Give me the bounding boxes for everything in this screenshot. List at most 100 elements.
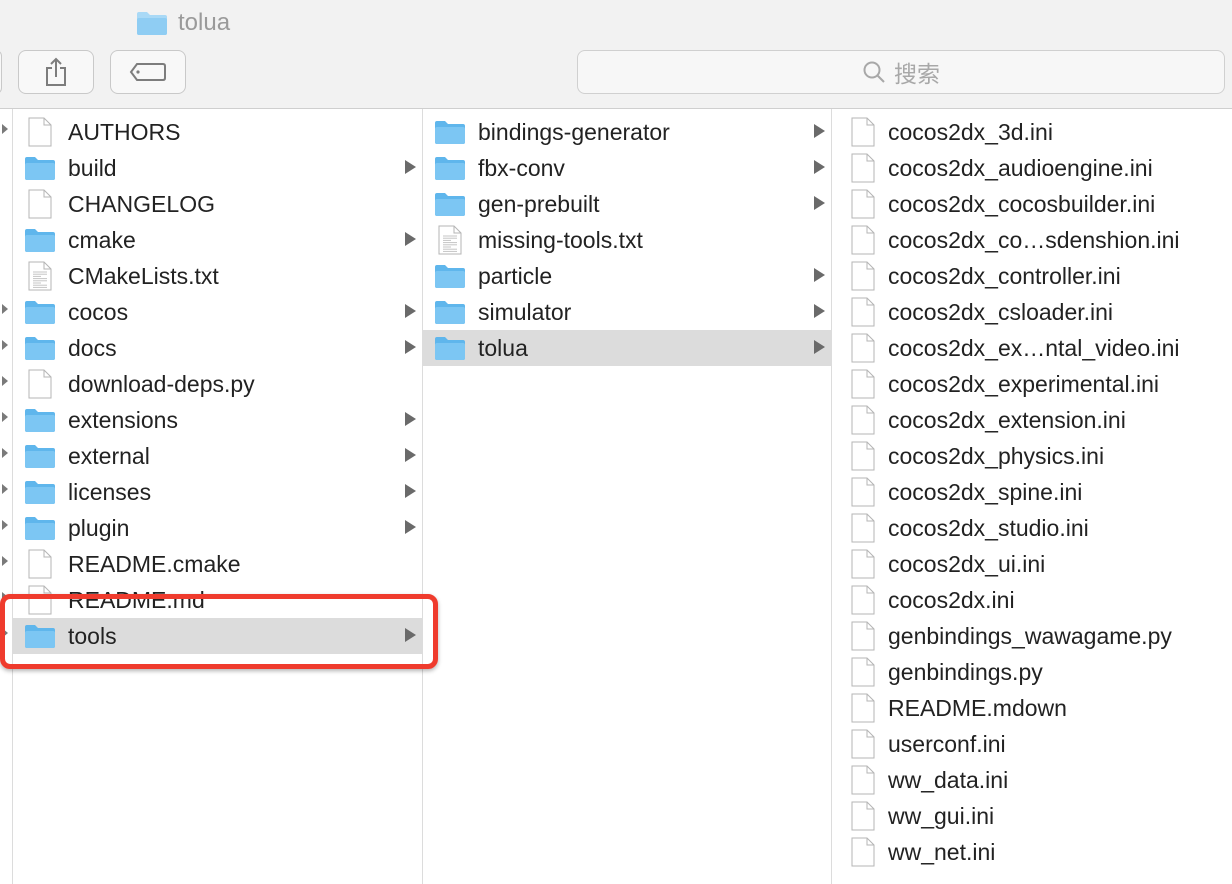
partial-toolbar-button[interactable] [0, 50, 2, 94]
item-label: tolua [478, 334, 528, 361]
list-item[interactable]: plugin [13, 510, 422, 546]
share-icon [46, 57, 66, 86]
item-label: fbx-conv [478, 154, 565, 181]
file-icon [846, 657, 880, 687]
item-label: userconf.ini [888, 730, 1006, 757]
list-item[interactable]: gen-prebuilt [423, 186, 831, 222]
list-item[interactable]: cocos2dx_controller.ini [832, 258, 1232, 294]
item-label: genbindings.py [888, 658, 1043, 685]
list-item[interactable]: CHANGELOG [13, 186, 422, 222]
folder-icon [23, 405, 57, 435]
list-item[interactable]: build [13, 150, 422, 186]
item-label: particle [478, 262, 553, 289]
item-label: cocos2dx_ex…ntal_video.ini [888, 334, 1180, 361]
chevron-right-icon [405, 412, 416, 426]
file-icon [846, 117, 880, 147]
list-item[interactable]: cocos2dx.ini [832, 582, 1232, 618]
list-item[interactable]: bindings-generator [423, 114, 831, 150]
list-item[interactable]: licenses [13, 474, 422, 510]
chevron-right-icon [405, 448, 416, 462]
list-item[interactable]: external [13, 438, 422, 474]
chevron-right-icon [405, 520, 416, 534]
list-item[interactable]: cocos2dx_co…sdenshion.ini [832, 222, 1232, 258]
item-label: CMakeLists.txt [68, 262, 219, 289]
list-item[interactable]: cmake [13, 222, 422, 258]
list-item[interactable]: cocos2dx_experimental.ini [832, 366, 1232, 402]
list-item[interactable]: docs [13, 330, 422, 366]
list-item[interactable]: simulator [423, 294, 831, 330]
list-item[interactable]: userconf.ini [832, 726, 1232, 762]
list-item[interactable]: cocos2dx_3d.ini [832, 114, 1232, 150]
folder-icon [433, 153, 467, 183]
list-item[interactable]: particle [423, 258, 831, 294]
list-item[interactable]: missing-tools.txt [423, 222, 831, 258]
item-label: tools [68, 622, 117, 649]
list-item[interactable]: tolua [423, 330, 831, 366]
chevron-right-icon [405, 628, 416, 642]
list-item[interactable]: tools [13, 618, 422, 654]
folder-icon [23, 441, 57, 471]
list-item[interactable]: cocos2dx_studio.ini [832, 510, 1232, 546]
item-label: cocos2dx_studio.ini [888, 514, 1089, 541]
list-item[interactable]: download-deps.py [13, 366, 422, 402]
folder-icon [23, 225, 57, 255]
chevron-right-icon [405, 484, 416, 498]
list-item[interactable]: cocos2dx_csloader.ini [832, 294, 1232, 330]
item-label: cocos2dx_physics.ini [888, 442, 1105, 469]
list-item[interactable]: cocos [13, 294, 422, 330]
list-item[interactable]: genbindings_wawagame.py [832, 618, 1232, 654]
list-item[interactable]: cocos2dx_extension.ini [832, 402, 1232, 438]
item-label: docs [68, 334, 117, 361]
folder-icon [23, 153, 57, 183]
chevron-right-icon [2, 628, 8, 638]
item-label: genbindings_wawagame.py [888, 622, 1172, 649]
list-item[interactable]: README.cmake [13, 546, 422, 582]
item-label: simulator [478, 298, 572, 325]
tag-icon [129, 63, 166, 81]
item-label: cocos2dx_co…sdenshion.ini [888, 226, 1180, 253]
file-icon [846, 513, 880, 543]
list-item[interactable]: ww_net.ini [832, 834, 1232, 870]
list-item[interactable]: extensions [13, 402, 422, 438]
list-item[interactable]: CMakeLists.txt [13, 258, 422, 294]
file-icon [23, 189, 57, 219]
chevron-right-icon [814, 340, 825, 354]
file-icon [846, 621, 880, 651]
item-label: cocos2dx_3d.ini [888, 118, 1053, 145]
item-label: cocos2dx_experimental.ini [888, 370, 1160, 397]
folder-icon [433, 189, 467, 219]
tags-button[interactable] [110, 50, 186, 94]
file-icon [846, 153, 880, 183]
item-label: cocos2dx_audioengine.ini [888, 154, 1153, 181]
list-item[interactable]: ww_gui.ini [832, 798, 1232, 834]
item-label: bindings-generator [478, 118, 670, 145]
list-item[interactable]: fbx-conv [423, 150, 831, 186]
list-item[interactable]: cocos2dx_ui.ini [832, 546, 1232, 582]
chevron-right-icon [405, 340, 416, 354]
item-label: cocos2dx_spine.ini [888, 478, 1083, 505]
item-label: CHANGELOG [68, 190, 215, 217]
column-tools: bindings-generator fbx-conv gen-prebuilt mi… [423, 109, 832, 884]
list-item[interactable]: README.mdown [832, 690, 1232, 726]
list-item[interactable]: cocos2dx_physics.ini [832, 438, 1232, 474]
list-item[interactable]: genbindings.py [832, 654, 1232, 690]
file-icon [846, 693, 880, 723]
list-item[interactable]: cocos2dx_cocosbuilder.ini [832, 186, 1232, 222]
item-label: extensions [68, 406, 178, 433]
search-field[interactable]: 搜索 [577, 50, 1225, 94]
list-item[interactable]: cocos2dx_audioengine.ini [832, 150, 1232, 186]
item-label: licenses [68, 478, 152, 505]
item-label: ww_net.ini [888, 838, 996, 865]
list-item[interactable]: cocos2dx_spine.ini [832, 474, 1232, 510]
list-item[interactable]: AUTHORS [13, 114, 422, 150]
list-item[interactable]: README.md [13, 582, 422, 618]
file-icon [846, 441, 880, 471]
list-item[interactable]: cocos2dx_ex…ntal_video.ini [832, 330, 1232, 366]
column-root: AUTHORS build CHANGELOG cmake CMakeLists.txt… [13, 109, 423, 884]
list-item[interactable]: ww_data.ini [832, 762, 1232, 798]
file-icon [846, 837, 880, 867]
chevron-right-icon [2, 412, 8, 422]
share-button[interactable] [18, 50, 94, 94]
file-icon [846, 585, 880, 615]
chevron-right-icon [814, 268, 825, 282]
